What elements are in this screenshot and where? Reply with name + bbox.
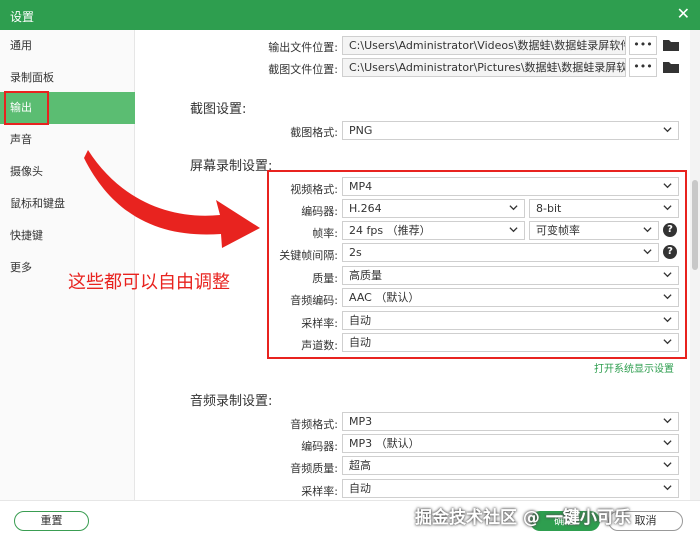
close-icon[interactable]: ✕: [677, 4, 690, 23]
audio-recording-settings-heading: 音频录制设置:: [190, 394, 273, 409]
settings-highlight-box: [267, 170, 687, 359]
audio-sample-rate-select[interactable]: 自动: [342, 479, 679, 498]
video-path-browse-button[interactable]: •••: [629, 36, 657, 55]
audio-format-select[interactable]: MP3: [342, 412, 679, 431]
sidebar-item-record-panel[interactable]: 录制面板: [0, 62, 135, 94]
chevron-down-icon: [663, 127, 672, 133]
screenshot-path-field[interactable]: C:\Users\Administrator\Pictures\数据蛙\数据蛙录…: [342, 58, 626, 77]
screenshot-format-label: 截图格式:: [290, 126, 338, 139]
watermark: 掘金技术社区 @ 一键小可乐: [415, 508, 631, 528]
sidebar-item-general[interactable]: 通用: [0, 30, 135, 62]
annotation-text: 这些都可以自由调整: [68, 272, 230, 293]
audio-format-value: MP3: [349, 415, 373, 428]
screenshot-settings-heading: 截图设置:: [190, 102, 247, 117]
audio-quality-select[interactable]: 超高: [342, 456, 679, 475]
chevron-down-icon: [663, 462, 672, 468]
screenshot-format-select[interactable]: PNG: [342, 121, 679, 140]
audio-sample-rate-label: 采样率:: [301, 485, 338, 498]
red-arrow-icon: [84, 150, 260, 248]
audio-quality-label: 音频质量:: [290, 462, 338, 475]
open-display-settings-link[interactable]: 打开系统显示设置: [594, 360, 674, 375]
audio-encoder-value: MP3 （默认）: [349, 437, 420, 450]
chevron-down-icon: [663, 418, 672, 424]
chevron-down-icon: [663, 440, 672, 446]
reset-button[interactable]: 重置: [14, 511, 89, 531]
video-path-field[interactable]: C:\Users\Administrator\Videos\数据蛙\数据蛙录屏软…: [342, 36, 626, 55]
folder-icon[interactable]: [662, 38, 680, 52]
screenshot-path-browse-button[interactable]: •••: [629, 58, 657, 77]
audio-encoder-select[interactable]: MP3 （默认）: [342, 434, 679, 453]
window-title: 设置: [10, 10, 35, 24]
output-highlight-box: [4, 91, 49, 125]
title-bar: 设置 ✕: [0, 0, 700, 30]
screenshot-path-label: 截图文件位置:: [268, 63, 338, 76]
audio-quality-value: 超高: [349, 459, 371, 472]
video-path-label: 输出文件位置:: [268, 41, 338, 54]
folder-icon[interactable]: [662, 60, 680, 74]
audio-sample-rate-value: 自动: [349, 482, 371, 495]
scrollbar-thumb[interactable]: [692, 180, 698, 270]
audio-encoder-label: 编码器:: [301, 440, 338, 453]
audio-format-label: 音频格式:: [290, 418, 338, 431]
scrollbar[interactable]: [690, 30, 700, 500]
screenshot-format-value: PNG: [349, 124, 373, 137]
chevron-down-icon: [663, 485, 672, 491]
